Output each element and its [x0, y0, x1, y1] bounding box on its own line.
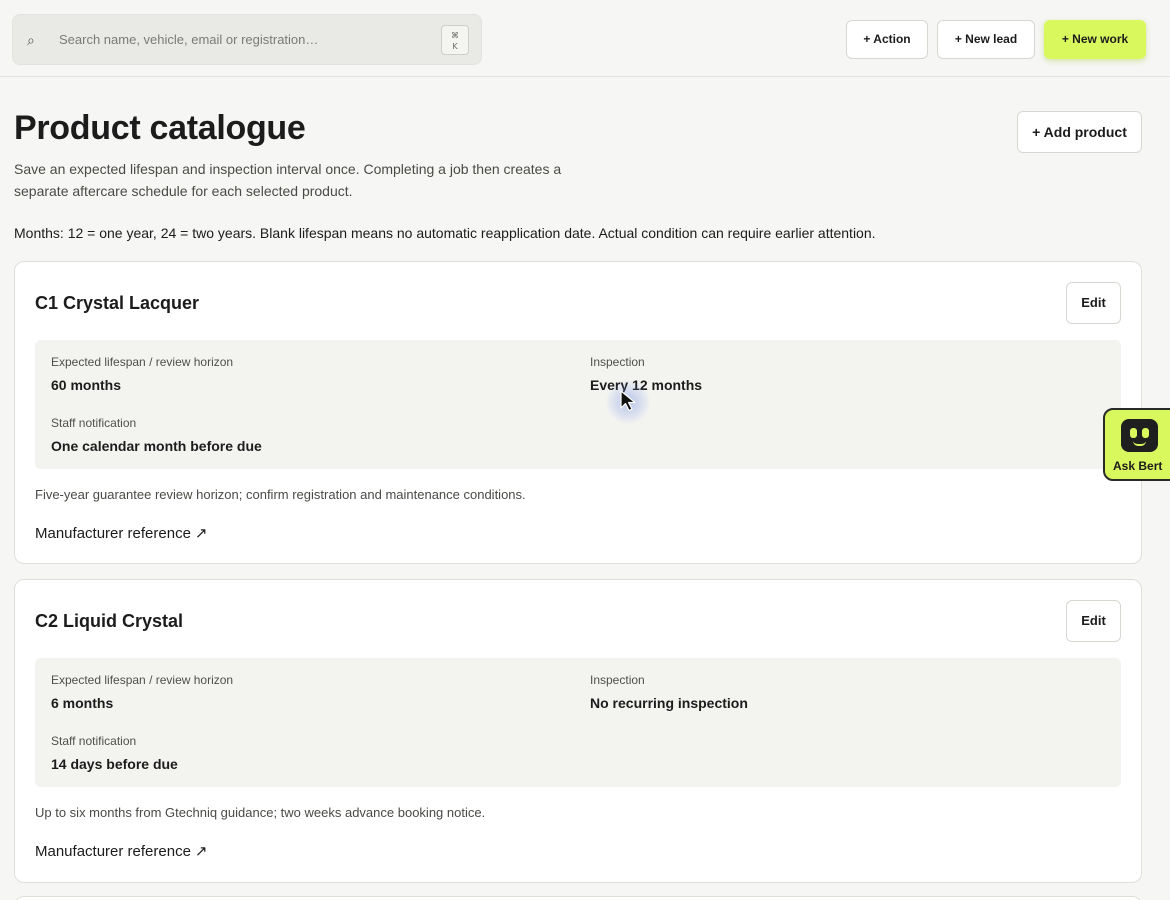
search-placeholder: Search name, vehicle, email or registrat… — [59, 32, 319, 47]
bert-right-eye — [1142, 428, 1149, 438]
manufacturer-reference-link[interactable]: Manufacturer reference ↗ — [35, 524, 208, 543]
product-card: C2 Liquid Crystal Edit Expected lifespan… — [14, 579, 1142, 883]
lifespan-value: 6 months — [51, 695, 114, 711]
page-intro: Save an expected lifespan and inspection… — [14, 158, 614, 202]
lifespan-value: 60 months — [51, 377, 122, 393]
product-card-partial — [14, 896, 1142, 900]
lifespan-label: Expected lifespan / review horizon — [51, 355, 234, 369]
k-key-glyph: K — [452, 42, 458, 51]
search-input[interactable]: ⌕ Search name, vehicle, email or registr… — [12, 14, 482, 65]
ask-bert-button[interactable]: Ask Bert — [1103, 408, 1170, 481]
external-link-icon: ↗ — [194, 524, 208, 542]
staff-notification-value: One calendar month before due — [51, 438, 262, 454]
new-lead-button[interactable]: + New lead — [937, 20, 1035, 59]
lifespan-label: Expected lifespan / review horizon — [51, 673, 234, 687]
staff-notification-label: Staff notification — [51, 734, 137, 748]
page-intro-line-1: Save an expected lifespan and inspection… — [14, 161, 562, 177]
product-notes: Up to six months from Gtechniq guidance;… — [35, 805, 486, 820]
months-note: Months: 12 = one year, 24 = two years. B… — [14, 225, 876, 241]
staff-notification-value: 14 days before due — [51, 756, 178, 772]
page-intro-line-2: separate aftercare schedule for each sel… — [14, 183, 353, 199]
command-key-glyph: ⌘ — [451, 31, 459, 40]
inspection-label: Inspection — [590, 673, 645, 687]
top-bar: ⌕ Search name, vehicle, email or registr… — [0, 0, 1170, 77]
mouse-pointer-icon — [620, 390, 636, 412]
keyboard-shortcut-hint: ⌘ K — [441, 25, 469, 55]
new-work-button[interactable]: + New work — [1044, 20, 1146, 59]
product-details-panel: Expected lifespan / review horizon 6 mon… — [35, 658, 1121, 787]
product-name: C1 Crystal Lacquer — [35, 293, 200, 313]
bert-robot-icon — [1121, 419, 1158, 452]
inspection-label: Inspection — [590, 355, 645, 369]
product-details-panel: Expected lifespan / review horizon 60 mo… — [35, 340, 1121, 469]
page-title: Product catalogue — [14, 109, 306, 147]
product-notes: Five-year guarantee review horizon; conf… — [35, 487, 526, 502]
product-card: C1 Crystal Lacquer Edit Expected lifespa… — [14, 261, 1142, 564]
product-name: C2 Liquid Crystal — [35, 611, 184, 631]
add-product-button[interactable]: + Add product — [1017, 111, 1142, 153]
staff-notification-label: Staff notification — [51, 416, 137, 430]
inspection-value: No recurring inspection — [590, 695, 748, 711]
edit-product-button[interactable]: Edit — [1066, 282, 1121, 324]
search-icon: ⌕ — [27, 32, 35, 48]
manufacturer-reference-link[interactable]: Manufacturer reference ↗ — [35, 842, 208, 861]
external-link-icon: ↗ — [194, 842, 208, 860]
manufacturer-reference-label: Manufacturer reference — [35, 843, 191, 860]
bert-smile — [1133, 441, 1146, 446]
action-button[interactable]: + Action — [846, 20, 928, 59]
manufacturer-reference-label: Manufacturer reference — [35, 525, 191, 542]
bert-left-eye — [1130, 428, 1137, 438]
edit-product-button[interactable]: Edit — [1066, 600, 1121, 642]
ask-bert-label: Ask Bert — [1113, 459, 1163, 473]
